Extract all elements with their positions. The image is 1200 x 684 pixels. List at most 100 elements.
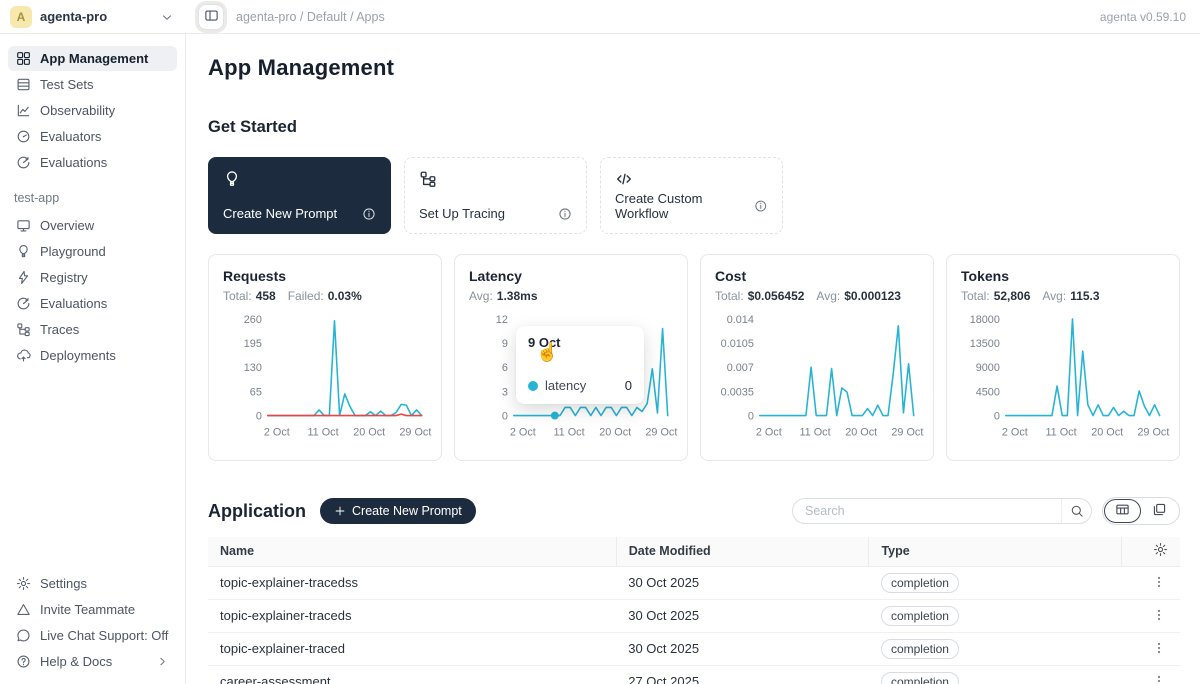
dial-icon [16,296,31,311]
get-started-cards: Create New Prompt Set Up Tracing Create … [208,157,1180,234]
workspace-name: agenta-pro [40,9,107,24]
sidebar-item-deployments[interactable]: Deployments [8,343,177,368]
monitor-icon [16,218,31,233]
sidebar-item-help-docs[interactable]: Help & Docs [8,649,177,674]
svg-text:11 Oct: 11 Oct [799,426,830,438]
search-box [792,498,1092,524]
svg-text:29 Oct: 29 Oct [399,426,431,438]
svg-text:0: 0 [994,411,1000,423]
app-name-cell: topic-explainer-tracedss [208,566,616,599]
sidebar-item-overview[interactable]: Overview [8,213,177,238]
type-badge: completion [881,639,959,659]
svg-text:9000: 9000 [976,362,1000,374]
sidebar-item-evaluations[interactable]: Evaluations [8,150,177,175]
svg-text:2 Oct: 2 Oct [1002,426,1028,438]
table-row[interactable]: topic-explainer-traced 30 Oct 2025 compl… [208,632,1180,665]
table-settings-icon[interactable] [1153,542,1168,557]
metric-card: Cost Total:$0.056452Avg:$0.000123 0.0140… [700,254,934,461]
svg-text:13500: 13500 [970,338,1000,350]
row-menu-button[interactable] [1150,639,1168,657]
requests-chart[interactable]: 2601951306502 Oct11 Oct20 Oct29 Oct [223,309,428,457]
search-input[interactable] [793,504,1061,518]
sidebar-item-test-sets[interactable]: Test Sets [8,72,177,97]
table-row[interactable]: topic-explainer-traceds 30 Oct 2025 comp… [208,599,1180,632]
row-menu-button[interactable] [1150,573,1168,591]
tokens-chart[interactable]: 18000135009000450002 Oct11 Oct20 Oct29 O… [961,309,1166,457]
svg-text:3: 3 [502,386,508,398]
view-toggle [1102,497,1180,525]
info-icon[interactable] [362,207,376,221]
row-menu-button[interactable] [1150,672,1168,684]
svg-text:0.007: 0.007 [727,362,754,374]
svg-text:29 Oct: 29 Oct [1137,426,1169,438]
svg-text:195: 195 [244,338,262,350]
get-started-card-create-custom-workflow[interactable]: Create Custom Workflow [600,157,783,234]
type-badge: completion [881,573,959,593]
application-section: Application Create New Prompt [208,497,1180,684]
svg-text:11 Oct: 11 Oct [1045,426,1076,438]
chart-icon [16,103,31,118]
svg-text:18000: 18000 [970,314,1000,326]
sidebar-toggle-button[interactable] [198,4,224,30]
table-row[interactable]: topic-explainer-tracedss 30 Oct 2025 com… [208,566,1180,599]
metric-title: Cost [715,268,919,284]
sidebar-item-settings[interactable]: Settings [8,571,177,596]
svg-text:29 Oct: 29 Oct [891,426,923,438]
column-header-date-modified: Date Modified [616,537,869,566]
sidebar-item-live-chat-support-off[interactable]: Live Chat Support: Off [8,623,177,648]
metric-stats: Avg:1.38ms [469,289,673,303]
version-label: agenta v0.59.10 [1100,10,1186,24]
svg-text:260: 260 [244,314,262,326]
chat-icon [16,628,31,643]
sidebar-item-traces[interactable]: Traces [8,317,177,342]
tree-icon [419,170,437,188]
chart-tooltip: 9 Oct latency 0 [516,326,644,404]
panel-icon [204,8,219,26]
sidebar-item-registry[interactable]: Registry [8,265,177,290]
svg-text:12: 12 [496,314,508,326]
workspace-selector[interactable]: A agenta-pro [0,6,186,28]
svg-text:0: 0 [256,411,262,423]
app-root: A agenta-pro agenta-pro / Default / Apps… [0,0,1200,684]
plus-icon [334,505,346,517]
cost-chart[interactable]: 0.0140.01050.0070.003502 Oct11 Oct20 Oct… [715,309,920,457]
svg-text:11 Oct: 11 Oct [553,426,584,438]
info-icon[interactable] [558,207,572,221]
sidebar-item-playground[interactable]: Playground [8,239,177,264]
svg-text:6: 6 [502,362,508,374]
sidebar-item-invite-teammate[interactable]: Invite Teammate [8,597,177,622]
sidebar-section-label: test-app [8,175,177,213]
date-modified-cell: 30 Oct 2025 [616,566,869,599]
column-header-type: Type [869,537,1122,566]
series-dot [528,381,538,391]
sidebar-item-app-management[interactable]: App Management [8,46,177,71]
chevron-down-icon [160,10,174,24]
svg-text:29 Oct: 29 Oct [645,426,677,438]
sidebar-item-evaluations[interactable]: Evaluations [8,291,177,316]
search-icon[interactable] [1061,499,1091,523]
date-modified-cell: 27 Oct 2025 [616,665,869,684]
svg-text:130: 130 [244,362,262,374]
sidebar-item-evaluators[interactable]: Evaluators [8,124,177,149]
get-started-heading: Get Started [208,118,1180,137]
dial-icon [16,155,31,170]
metric-title: Tokens [961,268,1165,284]
column-header-name: Name [208,537,616,566]
get-started-card-create-new-prompt[interactable]: Create New Prompt [208,157,391,234]
card-view-button[interactable] [1141,499,1178,523]
table-row[interactable]: career-assessment 27 Oct 2025 completion [208,665,1180,684]
application-title: Application [208,501,306,522]
svg-text:2 Oct: 2 Oct [756,426,782,438]
get-started-card-set-up-tracing[interactable]: Set Up Tracing [404,157,587,234]
table-view-button[interactable] [1104,499,1141,523]
breadcrumb[interactable]: agenta-pro / Default / Apps [236,10,385,24]
sidebar-item-observability[interactable]: Observability [8,98,177,123]
code-icon [615,170,633,188]
topbar: A agenta-pro agenta-pro / Default / Apps… [0,0,1200,34]
create-new-prompt-button[interactable]: Create New Prompt [320,498,476,524]
row-menu-button[interactable] [1150,606,1168,624]
info-icon[interactable] [754,199,768,213]
cloud-icon [16,348,31,363]
svg-text:2 Oct: 2 Oct [510,426,536,438]
svg-text:65: 65 [250,386,262,398]
